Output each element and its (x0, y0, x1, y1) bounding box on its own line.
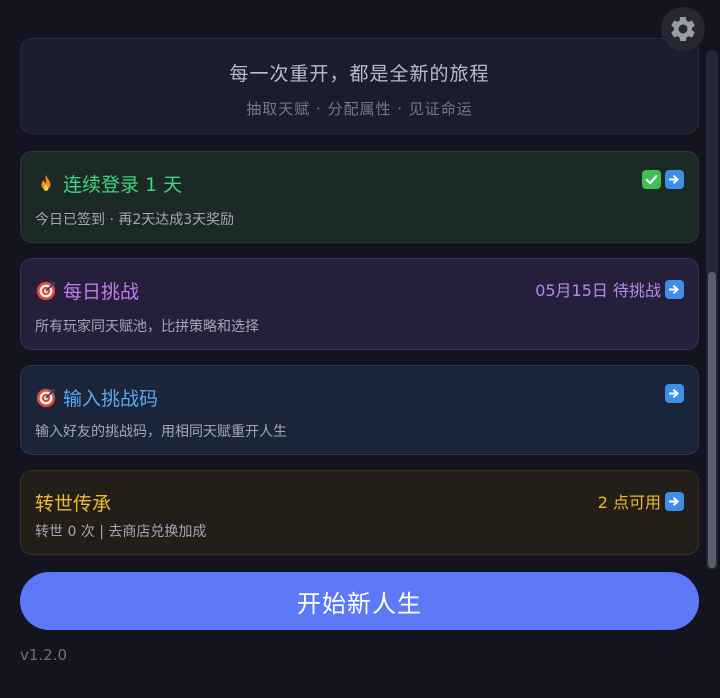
target-icon (36, 281, 56, 300)
rebirth-description: 转世 0 次 | 去商店兑换加成 (35, 524, 207, 540)
scrollbar-thumb[interactable] (708, 272, 716, 568)
login-streak-description: 今日已签到 · 再2天达成3天奖励 (35, 212, 235, 228)
app-viewport: 每一次重开，都是全新的旅程 抽取天赋 · 分配属性 · 见证命运 连续登录 1 … (0, 0, 720, 698)
intro-tagline: 每一次重开，都是全新的旅程 (229, 63, 490, 85)
intro-card: 每一次重开，都是全新的旅程 抽取天赋 · 分配属性 · 见证命运 (20, 38, 699, 134)
target-icon (36, 388, 56, 407)
daily-challenge-title-row: 每日挑战 (35, 277, 139, 304)
arrow-right-icon[interactable] (665, 170, 684, 189)
daily-challenge-title: 每日挑战 (63, 281, 140, 303)
login-streak-card[interactable]: 连续登录 1 天 今日已签到 · 再2天达成3天奖励 (20, 151, 699, 243)
arrow-right-icon[interactable] (665, 279, 684, 299)
checkmark-icon (642, 170, 661, 189)
rebirth-points: 2 点可用 (597, 493, 661, 512)
start-new-life-button[interactable]: 开始新人生 (20, 572, 699, 630)
gear-icon (671, 16, 695, 41)
main-scroll-area[interactable]: 每一次重开，都是全新的旅程 抽取天赋 · 分配属性 · 见证命运 连续登录 1 … (0, 0, 706, 698)
intro-subtitle: 抽取天赋 · 分配属性 · 见证命运 (246, 100, 473, 118)
settings-button[interactable] (661, 7, 705, 51)
challenge-code-card[interactable]: 输入挑战码 输入好友的挑战码，用相同天赋重开人生 (20, 365, 699, 455)
daily-challenge-card[interactable]: 每日挑战 05月15日 待挑战 所有玩家同天赋池，比拼策略和选择 (20, 258, 699, 350)
challenge-code-title-row: 输入挑战码 (35, 384, 158, 411)
login-streak-title: 连续登录 1 天 (63, 174, 183, 196)
version-label: v1.2.0 (20, 646, 68, 664)
rebirth-title: 转世传承 (35, 493, 112, 515)
arrow-right-icon[interactable] (665, 384, 684, 403)
scrollbar[interactable] (706, 50, 718, 570)
rebirth-points-row: 2 点可用 (598, 489, 684, 513)
login-streak-title-row: 连续登录 1 天 (35, 170, 182, 197)
daily-challenge-description: 所有玩家同天赋池，比拼策略和选择 (35, 319, 259, 335)
challenge-code-title: 输入挑战码 (63, 388, 159, 410)
challenge-code-description: 输入好友的挑战码，用相同天赋重开人生 (35, 424, 287, 440)
rebirth-card[interactable]: 转世传承 2 点可用 转世 0 次 | 去商店兑换加成 (20, 470, 699, 555)
fire-icon (41, 174, 51, 191)
daily-challenge-status: 05月15日 待挑战 (535, 281, 661, 300)
challenge-code-action (665, 384, 684, 403)
arrow-right-icon[interactable] (665, 491, 684, 511)
login-streak-status (642, 170, 684, 189)
daily-challenge-status-row: 05月15日 待挑战 (535, 277, 684, 301)
